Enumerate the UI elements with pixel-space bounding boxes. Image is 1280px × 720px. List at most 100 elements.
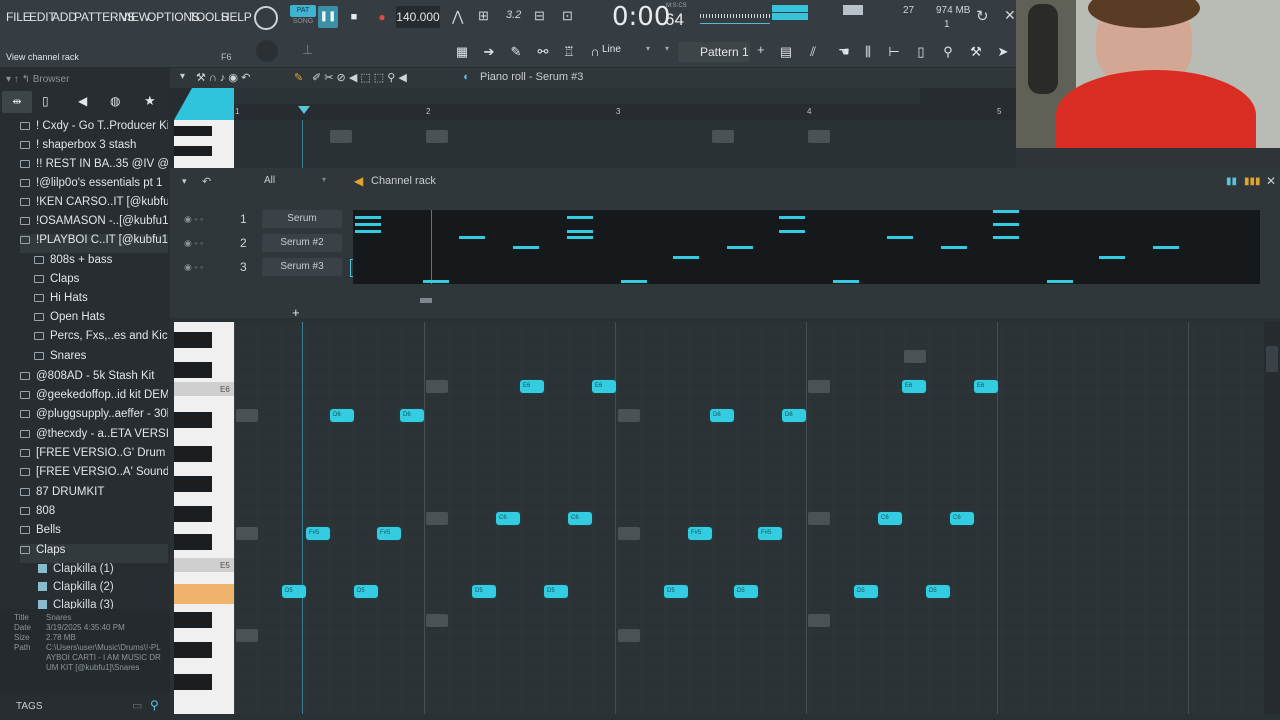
tree-icon[interactable]: ⊢ bbox=[886, 44, 902, 60]
browser-folder[interactable]: @geekedoffop..id kit DEMO bbox=[20, 389, 168, 408]
note[interactable]: F#5 bbox=[306, 527, 330, 540]
menu-help[interactable]: HELP bbox=[221, 10, 252, 24]
share-icon[interactable]: ➤ bbox=[995, 44, 1011, 60]
add-pattern-icon[interactable]: + bbox=[757, 42, 765, 57]
note[interactable]: D5 bbox=[734, 585, 758, 598]
mixer-icon[interactable]: ⫽ bbox=[805, 44, 821, 60]
stamp-icon[interactable]: ♖ bbox=[561, 44, 577, 60]
note-grid[interactable]: E6 E6 E6 E6 D6 D6 D6 D6 C6 C6 C6 C6 F#5 … bbox=[234, 322, 1264, 714]
note[interactable]: E6 bbox=[592, 380, 616, 393]
playlist-icon[interactable]: ▤ bbox=[778, 44, 794, 60]
step-edit-icon[interactable]: ⊟ bbox=[534, 8, 545, 24]
browser-subfolder[interactable]: 808s + bass bbox=[34, 254, 168, 273]
playhead-marker[interactable] bbox=[298, 106, 310, 114]
stop-button[interactable]: ■ bbox=[344, 6, 364, 28]
loop-record-icon[interactable]: ⊞ bbox=[478, 8, 489, 24]
piano-roll-icon[interactable]: ▦ bbox=[454, 44, 470, 60]
browser-folder[interactable]: [FREE VERSIO..G' Drum Kit bbox=[20, 447, 168, 466]
browser-sound-icon[interactable]: ◀ bbox=[78, 94, 87, 108]
link-icon[interactable]: ⚯ bbox=[535, 44, 551, 60]
pr-edit-tools-icons[interactable]: ✐ ✂ ⊘ ◀ ⬚ ⬚ ⚲ ◀ bbox=[312, 71, 407, 84]
browser-file[interactable]: Clapkilla (3) bbox=[38, 599, 168, 609]
pr-timeline[interactable]: 1 2 3 4 5 bbox=[234, 104, 1016, 120]
browser-folder[interactable]: 87 DRUMKIT bbox=[20, 486, 168, 505]
channel-led[interactable]: ◉ ◦ ◦ bbox=[184, 262, 203, 273]
note[interactable]: D5 bbox=[544, 585, 568, 598]
note[interactable]: D5 bbox=[472, 585, 496, 598]
browser-folder[interactable]: ! Cxdy - Go T..Producer Kit) bbox=[20, 120, 168, 139]
browser-subfolder[interactable]: Percs, Fxs,..es and Kicks bbox=[34, 330, 168, 349]
snap-display[interactable]: 3.2 bbox=[506, 9, 521, 21]
browser-folder-open[interactable]: Claps bbox=[20, 544, 168, 563]
note[interactable]: D6 bbox=[710, 409, 734, 422]
tag-search-icon[interactable]: ⚲ bbox=[150, 698, 159, 712]
close-icon[interactable]: ✕ bbox=[1004, 7, 1016, 24]
note[interactable]: C6 bbox=[568, 512, 592, 525]
menu-view[interactable]: VIEW bbox=[120, 10, 150, 24]
channel-row[interactable]: ◉ ◦ ◦ 1 Serum bbox=[180, 210, 350, 232]
pat-mode-button[interactable]: PAT bbox=[290, 5, 316, 17]
note[interactable]: D6 bbox=[400, 409, 424, 422]
piano-keys-top[interactable] bbox=[174, 120, 234, 168]
browser-folder[interactable]: ! shaperbox 3 stash bbox=[20, 139, 168, 158]
hand-icon[interactable]: ☚ bbox=[836, 44, 852, 60]
browser-folder[interactable]: [FREE VERSIO..A' Sound Kit bbox=[20, 466, 168, 485]
menu-file[interactable]: FILE bbox=[6, 10, 31, 24]
note[interactable]: D5 bbox=[354, 585, 378, 598]
note[interactable]: D5 bbox=[926, 585, 950, 598]
browser-files-icon[interactable]: ▯ bbox=[42, 94, 49, 108]
browser-folder[interactable]: !KEN CARSO..IT [@kubfu1] bbox=[20, 196, 168, 215]
browser-globe-icon[interactable]: ◍ bbox=[110, 94, 120, 108]
master-volume-knob[interactable] bbox=[254, 6, 278, 30]
note[interactable]: C6 bbox=[950, 512, 974, 525]
pr-grid-top[interactable] bbox=[234, 120, 1016, 168]
file-icon[interactable]: ▯ bbox=[913, 44, 929, 60]
cr-filter-select[interactable]: All bbox=[264, 175, 275, 186]
channel-row[interactable]: ◉ ◦ ◦ 3 Serum #3 bbox=[180, 258, 355, 280]
browser-folder[interactable]: 808 bbox=[20, 505, 168, 524]
line-mode-select[interactable]: Line bbox=[602, 44, 621, 55]
plugin-icon[interactable]: ⚲ bbox=[940, 44, 956, 60]
cr-steps-icon[interactable]: ▮▮▮ bbox=[1244, 176, 1261, 187]
channel-name-button[interactable]: Serum bbox=[262, 210, 342, 228]
sliders-icon[interactable]: ⫼ bbox=[860, 44, 876, 60]
song-mode-button[interactable]: SONG bbox=[290, 18, 316, 28]
channel-pianoroll-preview[interactable] bbox=[353, 210, 1260, 284]
browser-folder[interactable]: @thecxdy - a..ETA VERSION bbox=[20, 428, 168, 447]
cr-filter-chevron-icon[interactable]: ▾ bbox=[322, 175, 326, 184]
channel-name-button[interactable]: Serum #2 bbox=[262, 234, 342, 252]
note[interactable]: E6 bbox=[974, 380, 998, 393]
pencil-icon[interactable]: ✎ bbox=[508, 44, 524, 60]
cr-close-icon[interactable]: ✕ bbox=[1266, 174, 1276, 188]
browser-folder-open[interactable]: !PLAYBOI C..IT [@kubfu1] bbox=[20, 234, 168, 253]
channel-name-button[interactable]: Serum #3 bbox=[262, 258, 342, 276]
pin-icon[interactable]: ⊥ bbox=[302, 42, 313, 58]
browser-folder[interactable]: @pluggsupply..aeffer - 30k bbox=[20, 408, 168, 427]
magnet-icon[interactable]: ∩ bbox=[587, 44, 603, 60]
browser-subfolder[interactable]: Hi Hats bbox=[34, 292, 168, 311]
browser-filter-all-icon[interactable]: ⇹ bbox=[2, 91, 32, 113]
piano-keys[interactable]: E6 E5 bbox=[174, 322, 234, 714]
pr-menu-arrow-icon[interactable]: ▾ bbox=[180, 71, 185, 82]
note[interactable]: F#5 bbox=[377, 527, 401, 540]
cr-scroll-handle[interactable] bbox=[420, 298, 432, 303]
note[interactable]: D5 bbox=[282, 585, 306, 598]
countdown-icon[interactable]: ⊡ bbox=[562, 8, 573, 24]
metronome-icon[interactable]: ⋀ bbox=[452, 8, 463, 25]
vertical-scrollbar[interactable] bbox=[1264, 322, 1280, 714]
refresh-icon[interactable]: ↻ bbox=[976, 7, 989, 25]
note[interactable]: D6 bbox=[330, 409, 354, 422]
browser-subfolder[interactable]: Claps bbox=[34, 273, 168, 292]
pr-overview-strip[interactable] bbox=[234, 88, 920, 104]
note[interactable]: C6 bbox=[878, 512, 902, 525]
note[interactable]: E6 bbox=[520, 380, 544, 393]
browser-folder[interactable]: @808AD - 5k Stash Kit bbox=[20, 370, 168, 389]
pattern-selector[interactable]: Pattern 1 bbox=[678, 42, 750, 62]
pr-tools-icons[interactable]: ⚒ ∩ ♪ ◉ ↶ bbox=[196, 71, 250, 84]
cr-undo-icon[interactable]: ↶ bbox=[202, 175, 211, 188]
wrench-icon[interactable]: ⚒ bbox=[968, 44, 984, 60]
channel-led[interactable]: ◉ ◦ ◦ bbox=[184, 238, 203, 249]
pitch-knob[interactable] bbox=[256, 40, 278, 62]
tag-folder-icon[interactable]: ▭ bbox=[132, 699, 142, 712]
browser-folder[interactable]: !OSAMASON -..[@kubfu1] bbox=[20, 215, 168, 234]
